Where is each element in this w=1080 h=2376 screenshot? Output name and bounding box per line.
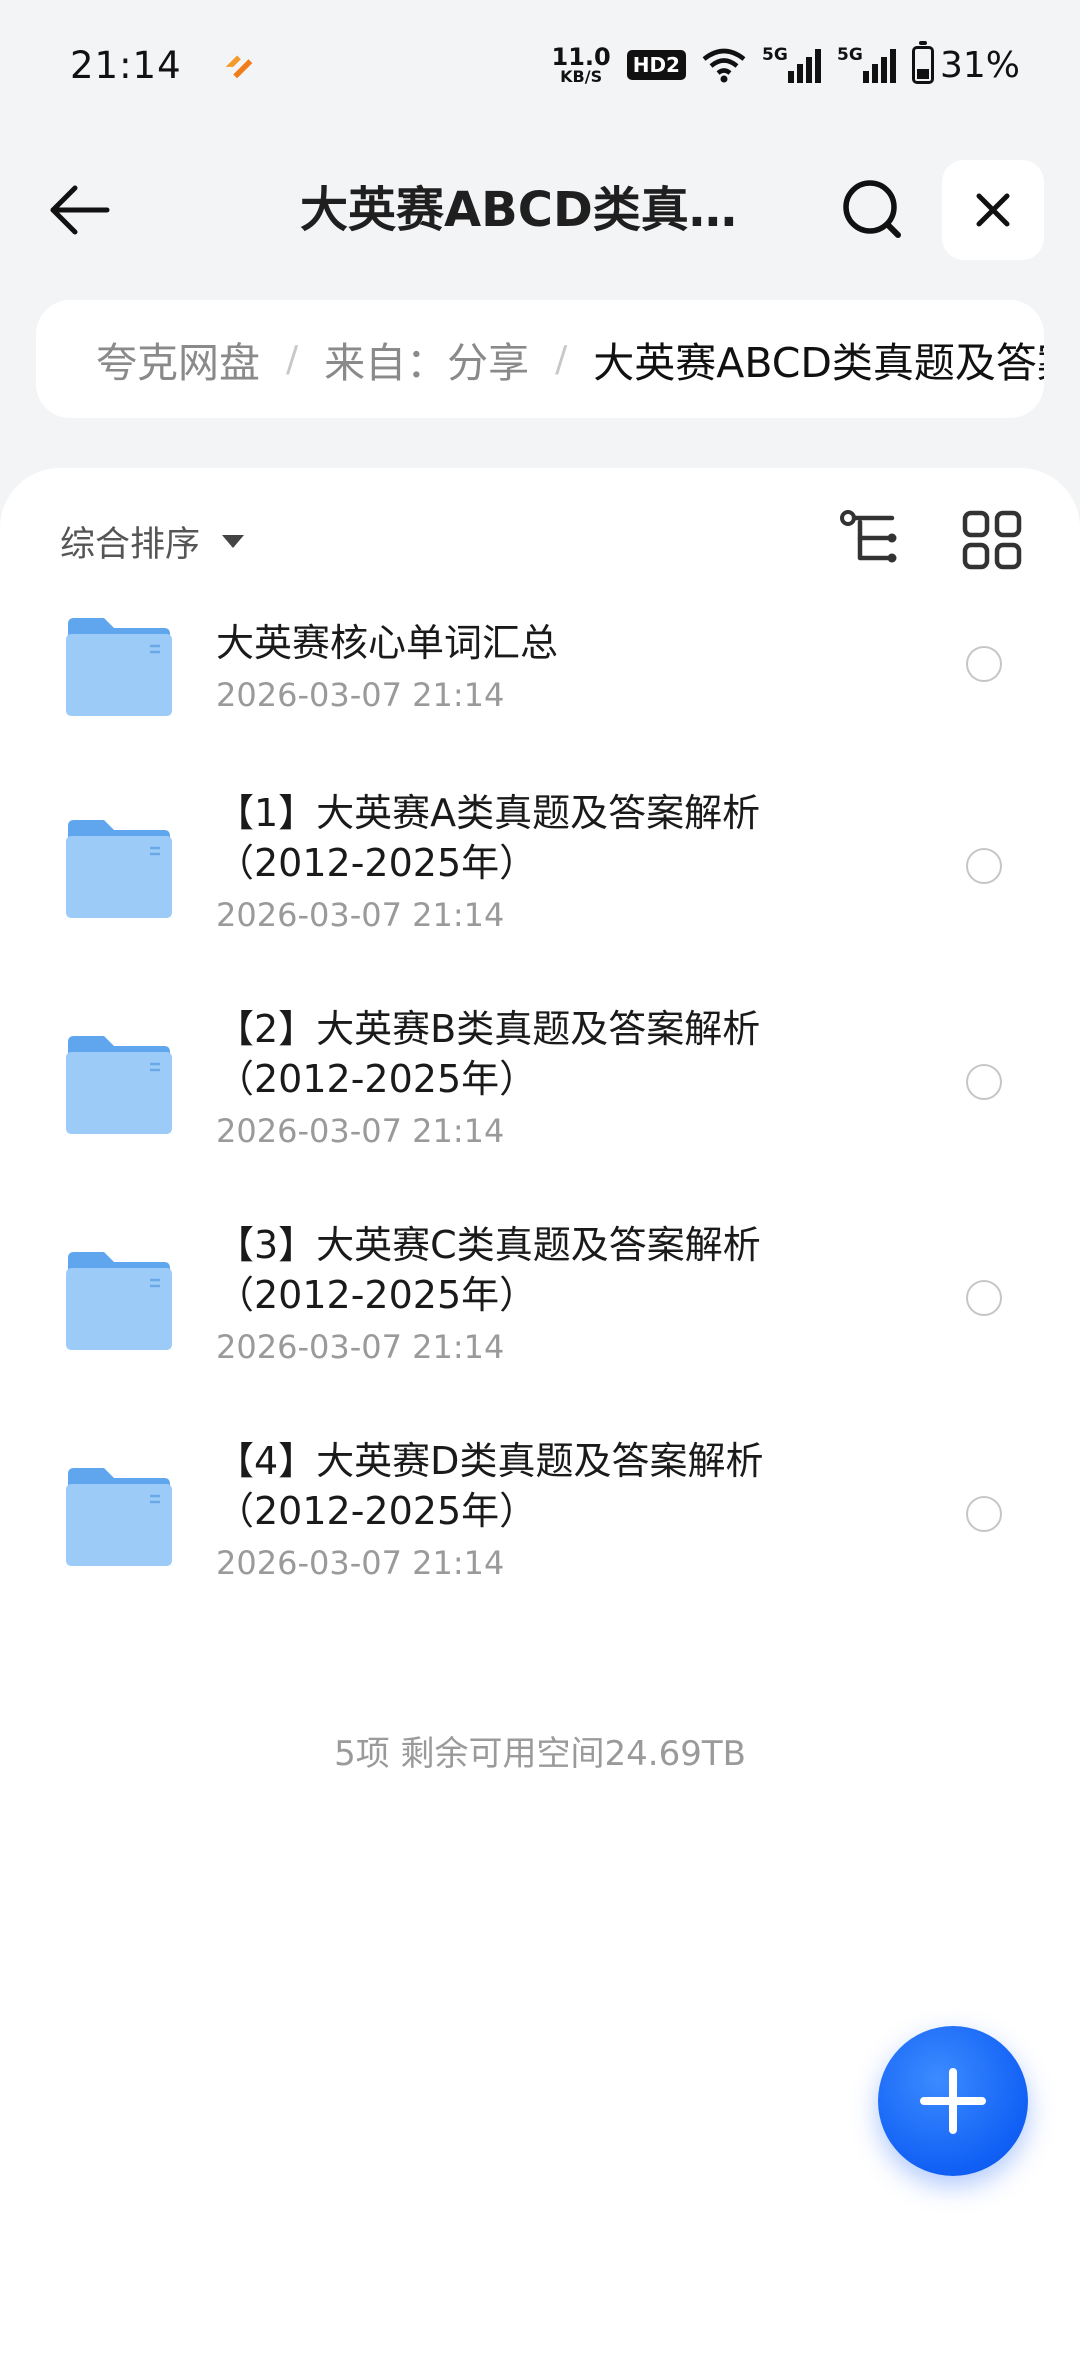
file-date: 2026-03-07 21:14 — [216, 1112, 505, 1150]
status-time: 21:14 — [70, 43, 182, 87]
select-radio[interactable] — [966, 848, 1002, 884]
sort-label: 综合排序 — [60, 525, 201, 565]
folder-icon — [66, 1036, 172, 1134]
list-item[interactable]: 【1】大英赛A类真题及答案解析（2012-2025年） 2026-03-07 2… — [0, 788, 1080, 1004]
battery-indicator: 31% — [911, 41, 1020, 86]
signal-2-icon: 5G — [837, 45, 896, 83]
net-speed: 11.0 KB/S — [551, 43, 611, 86]
list-item[interactable]: 【3】大英赛C类真题及答案解析（2012-2025年） 2026-03-07 2… — [0, 1220, 1080, 1436]
file-date: 2026-03-07 21:14 — [216, 1544, 505, 1582]
notification-app-icon — [225, 55, 252, 79]
list-item[interactable]: 大英赛核心单词汇总 2026-03-07 21:14 — [0, 598, 1080, 788]
breadcrumb: 夸克网盘 / 来自：分享 / 大英赛ABCD类真题及答案解析 — [36, 300, 1044, 418]
breadcrumb-item-root[interactable]: 夸克网盘 — [96, 329, 260, 389]
status-bar: 21:14 11.0 KB/S HD2 5G 5G 31% — [0, 0, 1080, 130]
breadcrumb-separator: / — [286, 338, 299, 380]
file-name: 【3】大英赛C类真题及答案解析（2012-2025年） — [216, 1223, 761, 1317]
file-name: 大英赛核心单词汇总 — [216, 621, 559, 665]
file-list: 大英赛核心单词汇总 2026-03-07 21:14 【1】大英赛A类真题及答案… — [0, 598, 1080, 1652]
breadcrumb-item-share[interactable]: 来自：分享 — [324, 329, 529, 389]
wifi-icon — [702, 48, 746, 83]
file-name: 【4】大英赛D类真题及答案解析（2012-2025年） — [216, 1439, 764, 1533]
list-item[interactable]: 【2】大英赛B类真题及答案解析（2012-2025年） 2026-03-07 2… — [0, 1004, 1080, 1220]
close-icon — [976, 193, 1010, 227]
file-name: 【2】大英赛B类真题及答案解析（2012-2025年） — [216, 1007, 761, 1101]
hd-badge: HD2 — [626, 50, 686, 80]
select-radio[interactable] — [966, 1064, 1002, 1100]
battery-icon — [911, 41, 934, 84]
breadcrumb-separator: / — [555, 338, 568, 380]
sort-dropdown[interactable]: 综合排序 — [60, 516, 245, 567]
select-radio[interactable] — [966, 1280, 1002, 1316]
file-date: 2026-03-07 21:14 — [216, 676, 505, 714]
close-button[interactable] — [942, 160, 1044, 260]
file-date: 2026-03-07 21:14 — [216, 1328, 505, 1366]
storage-summary: 5项 剩余可用空间24.69TB — [334, 1734, 746, 1774]
folder-icon — [66, 618, 172, 716]
grid-view-icon[interactable] — [960, 508, 1024, 572]
breadcrumb-item-current: 大英赛ABCD类真题及答案解析 — [593, 339, 1044, 387]
select-radio[interactable] — [966, 646, 1002, 682]
plus-icon — [920, 2068, 986, 2134]
tree-view-icon[interactable] — [838, 508, 902, 572]
caret-down-icon — [222, 535, 245, 548]
folder-icon — [66, 820, 172, 918]
signal-1-icon: 5G — [762, 45, 821, 83]
top-bar: 大英赛ABCD类真题及答案解析 — [0, 150, 1080, 270]
folder-icon — [66, 1468, 172, 1566]
file-panel: 综合排序 大英赛核心单词汇总 2026-03-07 21:14 【1】大英赛A类… — [0, 468, 1080, 2376]
page-title: 大英赛ABCD类真题及答案解析 — [300, 182, 770, 238]
back-arrow-icon[interactable] — [45, 175, 115, 245]
file-name: 【1】大英赛A类真题及答案解析（2012-2025年） — [216, 791, 761, 885]
select-radio[interactable] — [966, 1496, 1002, 1532]
search-icon[interactable] — [838, 175, 908, 245]
add-button[interactable] — [878, 2026, 1028, 2176]
file-date: 2026-03-07 21:14 — [216, 896, 505, 934]
folder-icon — [66, 1252, 172, 1350]
list-item[interactable]: 【4】大英赛D类真题及答案解析（2012-2025年） 2026-03-07 2… — [0, 1436, 1080, 1652]
